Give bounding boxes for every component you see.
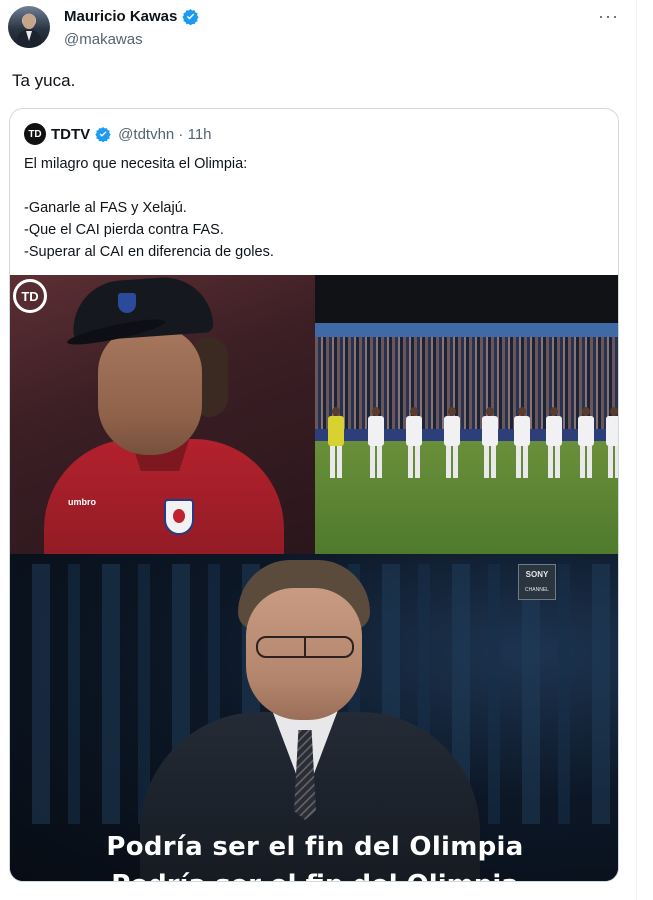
player-figure	[367, 407, 385, 479]
channel-logo-name: SONY	[525, 570, 549, 579]
channel-logo: SONY CHANNEL	[518, 564, 556, 600]
verified-badge-icon	[182, 9, 200, 25]
meme-caption-cut-off: Podría ser el fin del Olimpia	[10, 870, 618, 881]
coach-photo: umbro TD	[10, 275, 315, 554]
player-figure	[513, 407, 531, 479]
quoted-text-line: -Que el CAI pierda contra FAS.	[24, 222, 224, 238]
player-figure	[405, 407, 423, 479]
quoted-handle-time: @tdtvhn · 11h	[118, 125, 212, 143]
news-anchor-photo: SONY CHANNEL Podría ser el fin del Olimpi…	[10, 554, 618, 881]
pitch	[315, 441, 618, 554]
author-display-name[interactable]: Mauricio Kawas	[64, 8, 177, 25]
author-avatar[interactable]	[8, 6, 50, 48]
ad-board	[315, 429, 618, 441]
team-lineup-photo	[315, 275, 618, 554]
column-divider	[636, 0, 637, 900]
verified-badge-icon	[95, 127, 111, 142]
quoted-header: TD TDTV @tdtvhn · 11h	[24, 123, 212, 145]
player-figure	[481, 407, 499, 479]
meme-caption: Podría ser el fin del Olimpia	[106, 832, 524, 862]
stadium-crowd	[315, 337, 618, 429]
stadium-sky	[315, 275, 618, 325]
more-options-icon[interactable]: ···	[598, 7, 619, 25]
player-figure	[605, 407, 618, 479]
tweet-text: Ta yuca.	[12, 71, 76, 90]
player-figure	[545, 407, 563, 479]
tdtv-watermark-logo: TD	[13, 279, 47, 313]
quoted-text-line	[24, 175, 274, 197]
player-figure	[577, 407, 595, 479]
team-crest-icon	[164, 499, 194, 535]
quoted-display-name: TDTV	[51, 125, 91, 143]
player-figure	[443, 407, 461, 479]
quoted-text-line: -Ganarle al FAS y Xelajú.	[24, 200, 187, 216]
anchor-glasses	[256, 636, 354, 658]
cap-badge-icon	[118, 293, 136, 313]
author-name-row[interactable]: Mauricio Kawas	[64, 8, 200, 25]
quoted-media-image[interactable]: umbro TD SONY CHANNEL Podría ser el fin …	[10, 275, 618, 881]
quoted-text-line: -Superar al CAI en diferencia de goles.	[24, 244, 274, 260]
quoted-tweet-card[interactable]: TD TDTV @tdtvhn · 11h El milagro que nec…	[9, 108, 619, 882]
avatar-head	[23, 14, 35, 29]
player-figure	[327, 407, 345, 479]
kit-brand-logo: umbro	[68, 497, 96, 507]
stadium-roof	[315, 323, 618, 337]
channel-logo-sub: CHANNEL	[525, 587, 549, 593]
quoted-text-line: El milagro que necesita el Olimpia:	[24, 156, 248, 172]
quoted-text: El milagro que necesita el Olimpia: -Gan…	[24, 153, 274, 263]
coach-face	[98, 327, 202, 455]
author-handle[interactable]: @makawas	[64, 31, 143, 48]
quoted-avatar: TD	[24, 123, 46, 145]
